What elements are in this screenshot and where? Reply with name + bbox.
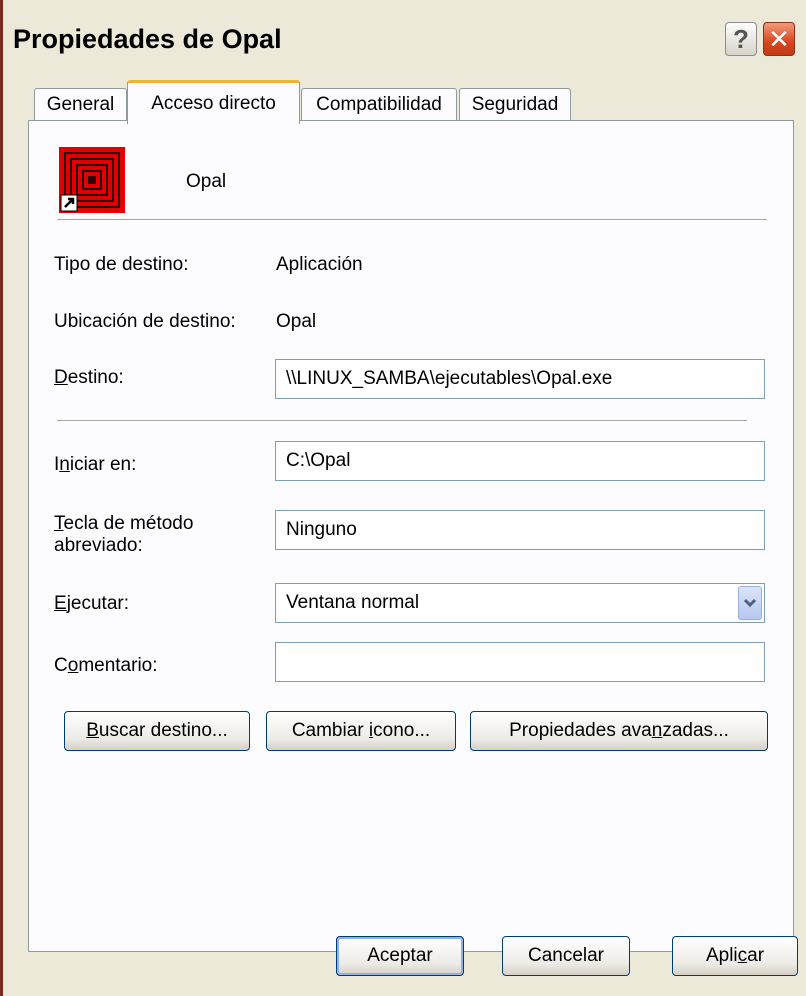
tipo-destino-label: Tipo de destino: bbox=[54, 254, 189, 275]
cancelar-button[interactable]: Cancelar bbox=[502, 936, 630, 976]
iniciar-en-label: Iniciar en: bbox=[54, 454, 137, 475]
destino-label: Destino: bbox=[54, 367, 124, 388]
close-button[interactable]: ✕ bbox=[763, 22, 795, 56]
iniciar-en-value: C:\Opal bbox=[286, 450, 351, 471]
buscar-destino-button[interactable]: Buscar destino... bbox=[64, 711, 250, 751]
properties-dialog: Propiedades de Opal ? ✕ General Acceso d… bbox=[0, 0, 806, 996]
ubicacion-destino-label: Ubicación de destino: bbox=[54, 311, 236, 332]
shortcut-name: Opal bbox=[186, 171, 227, 192]
aceptar-button[interactable]: Aceptar bbox=[336, 936, 464, 976]
tecla-metodo-label: Tecla de método abreviado: bbox=[54, 513, 194, 556]
aplicar-button[interactable]: Aplicar bbox=[672, 936, 798, 976]
propiedades-avanzadas-button[interactable]: Propiedades avanzadas... bbox=[470, 711, 768, 751]
help-button[interactable]: ? bbox=[725, 22, 757, 56]
ejecutar-label: Ejecutar: bbox=[54, 593, 129, 614]
tipo-destino-value: Aplicación bbox=[276, 254, 363, 275]
button-label: Aceptar bbox=[367, 945, 433, 966]
ejecutar-value: Ventana normal bbox=[286, 592, 420, 613]
tab-label: Seguridad bbox=[471, 93, 559, 115]
button-label: Cancelar bbox=[527, 945, 605, 966]
window-title: Propiedades de Opal bbox=[13, 24, 282, 54]
button-label: Cambiar icono... bbox=[291, 720, 431, 741]
tecla-metodo-value: Ninguno bbox=[286, 519, 357, 540]
tab-general[interactable]: General bbox=[34, 88, 127, 120]
comentario-field[interactable] bbox=[275, 642, 765, 682]
tab-acceso-directo[interactable]: Acceso directo bbox=[127, 80, 300, 124]
dropdown-button[interactable] bbox=[738, 586, 762, 620]
tab-compatibilidad[interactable]: Compatibilidad bbox=[301, 88, 457, 120]
tecla-metodo-field[interactable]: Ninguno bbox=[275, 510, 765, 550]
tab-label: Compatibilidad bbox=[316, 93, 442, 115]
close-icon: ✕ bbox=[768, 23, 790, 54]
cambiar-icono-button[interactable]: Cambiar icono... bbox=[266, 711, 456, 751]
destino-field[interactable]: \\LINUX_SAMBA\ejecutables\Opal.exe bbox=[275, 359, 765, 399]
tab-label: Acceso directo bbox=[151, 92, 276, 114]
button-label: Propiedades avanzadas... bbox=[509, 720, 729, 741]
ubicacion-destino-value: Opal bbox=[276, 311, 317, 332]
button-label: Aplicar bbox=[705, 945, 765, 966]
iniciar-en-field[interactable]: C:\Opal bbox=[275, 441, 765, 481]
divider bbox=[57, 420, 747, 422]
comentario-label: Comentario: bbox=[54, 655, 158, 676]
title-bar[interactable]: Propiedades de Opal ? ✕ bbox=[3, 0, 806, 80]
chevron-down-icon bbox=[743, 598, 757, 608]
tab-label: General bbox=[46, 93, 115, 115]
destino-value: \\LINUX_SAMBA\ejecutables\Opal.exe bbox=[286, 368, 613, 389]
tab-seguridad[interactable]: Seguridad bbox=[459, 88, 571, 120]
help-icon: ? bbox=[733, 23, 749, 54]
divider bbox=[57, 219, 767, 221]
opal-app-icon bbox=[59, 147, 125, 213]
ejecutar-select[interactable]: Ventana normal bbox=[275, 583, 765, 623]
button-label: Buscar destino... bbox=[86, 720, 228, 741]
tab-panel: Opal Tipo de destino: Aplicación Ubicaci… bbox=[28, 120, 794, 952]
